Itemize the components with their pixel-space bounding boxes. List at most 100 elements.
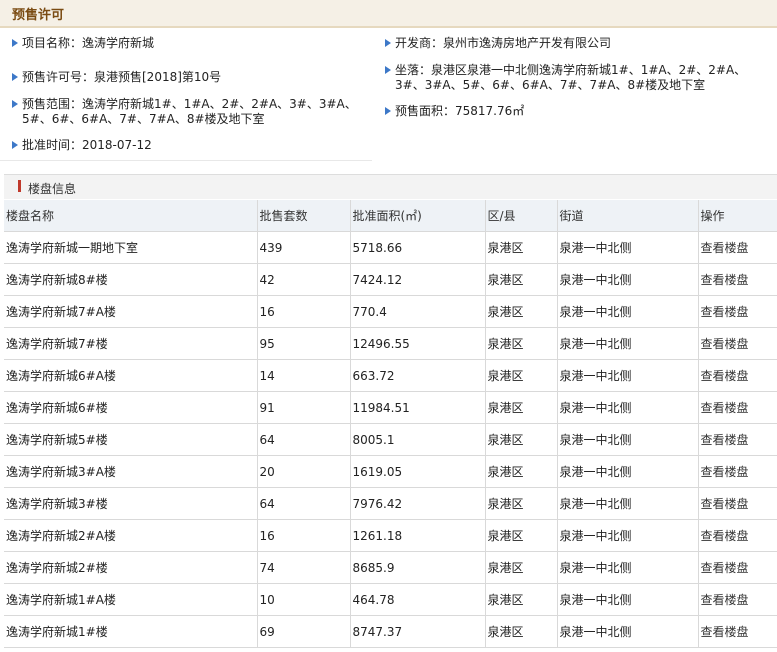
street: 泉港一中北侧 [557, 423, 699, 456]
location: 坐落：泉港区泉港一中北侧逸涛学府新城1#、1#A、2#、2#A、3#、3#A、5… [395, 63, 747, 92]
arrow-right-icon [385, 107, 391, 115]
approved-units: 64 [257, 423, 351, 456]
arrow-right-icon [12, 73, 18, 81]
district: 泉港区 [485, 263, 558, 296]
street: 泉港一中北侧 [557, 295, 699, 328]
approved-units: 42 [257, 263, 351, 296]
building-name: 逸涛学府新城3#A楼 [4, 455, 258, 488]
building-name: 逸涛学府新城3#楼 [4, 487, 258, 520]
project-name: 项目名称：逸涛学府新城 [22, 36, 155, 50]
column-header-name: 楼盘名称 [4, 200, 258, 232]
table-row: 逸涛学府新城2#楼 74 8685.9 泉港区 泉港一中北侧 查看楼盘 [4, 551, 777, 584]
table-row: 逸涛学府新城3#A楼 20 1619.05 泉港区 泉港一中北侧 查看楼盘 [4, 455, 777, 488]
table-row: 逸涛学府新城5#楼 64 8005.1 泉港区 泉港一中北侧 查看楼盘 [4, 423, 777, 456]
table-row: 逸涛学府新城3#楼 64 7976.42 泉港区 泉港一中北侧 查看楼盘 [4, 487, 777, 520]
view-building-link[interactable]: 查看楼盘 [698, 423, 777, 456]
permit-no: 预售许可号：泉港预售[2018]第10号 [22, 70, 222, 84]
table-row: 逸涛学府新城8#楼 42 7424.12 泉港区 泉港一中北侧 查看楼盘 [4, 263, 777, 296]
location-field: 坐落：泉港区泉港一中北侧逸涛学府新城1#、1#A、2#、2#A、3#、3#A、5… [385, 63, 775, 93]
building-name: 逸涛学府新城1#楼 [4, 615, 258, 648]
district: 泉港区 [485, 423, 558, 456]
approved-area: 770.4 [350, 295, 486, 328]
street: 泉港一中北侧 [557, 551, 699, 584]
view-building-link[interactable]: 查看楼盘 [698, 263, 777, 296]
view-building-link[interactable]: 查看楼盘 [698, 519, 777, 552]
view-building-link[interactable]: 查看楼盘 [698, 295, 777, 328]
approved-units: 95 [257, 327, 351, 360]
district: 泉港区 [485, 487, 558, 520]
district: 泉港区 [485, 231, 558, 264]
view-building-link[interactable]: 查看楼盘 [698, 327, 777, 360]
table-row: 逸涛学府新城2#A楼 16 1261.18 泉港区 泉港一中北侧 查看楼盘 [4, 519, 777, 552]
project-name-field: 项目名称：逸涛学府新城 [12, 36, 372, 51]
district: 泉港区 [485, 391, 558, 424]
view-building-link[interactable]: 查看楼盘 [698, 487, 777, 520]
district: 泉港区 [485, 295, 558, 328]
permit-info: 项目名称：逸涛学府新城 开发商：泉州市逸涛房地产开发有限公司 预售许可号：泉港预… [0, 26, 777, 162]
building-name: 逸涛学府新城1#A楼 [4, 583, 258, 616]
approved-units: 10 [257, 583, 351, 616]
view-building-link[interactable]: 查看楼盘 [698, 231, 777, 264]
approved-area: 8685.9 [350, 551, 486, 584]
building-name: 逸涛学府新城6#A楼 [4, 359, 258, 392]
street: 泉港一中北侧 [557, 391, 699, 424]
table-row: 逸涛学府新城6#楼 91 11984.51 泉港区 泉港一中北侧 查看楼盘 [4, 391, 777, 424]
arrow-right-icon [385, 39, 391, 47]
approved-area: 663.72 [350, 359, 486, 392]
column-header-street: 街道 [557, 200, 699, 232]
approved-units: 14 [257, 359, 351, 392]
view-building-link[interactable]: 查看楼盘 [698, 551, 777, 584]
approved-area: 7424.12 [350, 263, 486, 296]
building-name: 逸涛学府新城2#楼 [4, 551, 258, 584]
approved-units: 20 [257, 455, 351, 488]
section-header: 楼盘信息 [4, 174, 777, 199]
street: 泉港一中北侧 [557, 231, 699, 264]
page-title: 预售许可 [12, 8, 65, 23]
street: 泉港一中北侧 [557, 359, 699, 392]
scope-field: 预售范围：逸涛学府新城1#、1#A、2#、2#A、3#、3#A、5#、6#、6#… [12, 97, 372, 127]
street: 泉港一中北侧 [557, 615, 699, 648]
arrow-right-icon [12, 141, 18, 149]
approved-area: 8005.1 [350, 423, 486, 456]
approved-area: 8747.37 [350, 615, 486, 648]
approved-area: 7976.42 [350, 487, 486, 520]
building-name: 逸涛学府新城6#楼 [4, 391, 258, 424]
approved-units: 16 [257, 519, 351, 552]
column-header-action: 操作 [698, 200, 777, 232]
building-name: 逸涛学府新城7#楼 [4, 327, 258, 360]
view-building-link[interactable]: 查看楼盘 [698, 391, 777, 424]
street: 泉港一中北侧 [557, 583, 699, 616]
district: 泉港区 [485, 327, 558, 360]
approval-date-field: 批准时间：2018-07-12 [12, 138, 372, 153]
approved-units: 64 [257, 487, 351, 520]
scope: 预售范围：逸涛学府新城1#、1#A、2#、2#A、3#、3#A、5#、6#、6#… [22, 97, 357, 126]
section-marker-icon [18, 180, 21, 192]
view-building-link[interactable]: 查看楼盘 [698, 359, 777, 392]
street: 泉港一中北侧 [557, 487, 699, 520]
building-name: 逸涛学府新城5#楼 [4, 423, 258, 456]
arrow-right-icon [385, 66, 391, 74]
district: 泉港区 [485, 615, 558, 648]
table-row: 逸涛学府新城6#A楼 14 663.72 泉港区 泉港一中北侧 查看楼盘 [4, 359, 777, 392]
table-row: 逸涛学府新城1#楼 69 8747.37 泉港区 泉港一中北侧 查看楼盘 [4, 615, 777, 648]
approval-date: 批准时间：2018-07-12 [22, 138, 152, 152]
approved-area: 464.78 [350, 583, 486, 616]
approved-area: 12496.55 [350, 327, 486, 360]
view-building-link[interactable]: 查看楼盘 [698, 583, 777, 616]
district: 泉港区 [485, 455, 558, 488]
view-building-link[interactable]: 查看楼盘 [698, 455, 777, 488]
permit-no-field: 预售许可号：泉港预售[2018]第10号 [12, 70, 372, 85]
table-row: 逸涛学府新城7#A楼 16 770.4 泉港区 泉港一中北侧 查看楼盘 [4, 295, 777, 328]
area: 预售面积：75817.76㎡ [395, 104, 525, 118]
street: 泉港一中北侧 [557, 263, 699, 296]
column-header-area: 批准面积(㎡) [350, 200, 486, 232]
column-header-units: 批售套数 [257, 200, 351, 232]
arrow-right-icon [12, 100, 18, 108]
table-header-row: 楼盘名称 批售套数 批准面积(㎡) 区/县 街道 操作 [4, 200, 777, 232]
street: 泉港一中北侧 [557, 455, 699, 488]
approved-units: 69 [257, 615, 351, 648]
view-building-link[interactable]: 查看楼盘 [698, 615, 777, 648]
district: 泉港区 [485, 551, 558, 584]
building-name: 逸涛学府新城2#A楼 [4, 519, 258, 552]
page-header: 预售许可 [0, 0, 777, 28]
